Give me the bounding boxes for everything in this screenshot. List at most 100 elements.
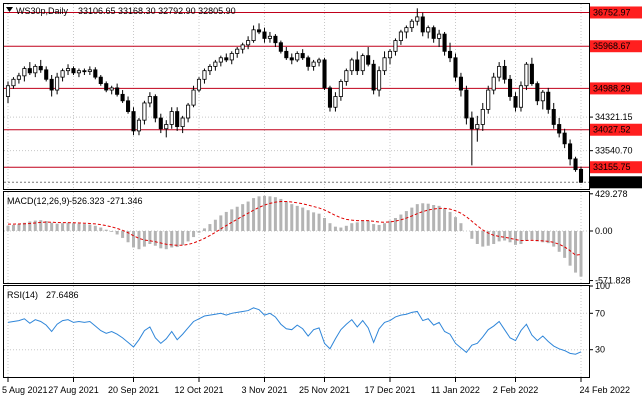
candle-body [169,111,174,125]
candle-body [546,91,551,110]
candle-body [224,57,229,61]
rsi-pane-frame [3,285,590,378]
price-axis-labels: 33540.70 34321.15 36752.97 35968.67 34988.29… [589,6,642,355]
candle-body [540,91,545,102]
candle-body [186,104,191,119]
date-label: 25 Nov 2021 [299,385,350,395]
candle-body [147,96,152,104]
date-axis: 5 Aug 2021 27 Aug 2021 20 Sep 2021 12 Oct 2… [2,378,630,395]
candle-body [44,69,49,80]
candle-body [33,65,38,74]
candle-body [126,100,131,112]
candle-body [480,109,485,125]
candle-body [175,111,180,128]
candle-body [153,96,158,119]
candle-body [327,87,333,108]
candle-body [235,48,240,54]
candle-body [22,68,27,77]
candle-body [251,29,256,41]
candle-body [535,83,540,102]
candle-body [229,53,234,61]
candle-body [409,20,414,29]
level-label: 35968.67 [593,41,631,51]
candle-body [322,59,327,89]
rsi-tick-label: 100 [595,281,610,291]
candle-body [202,70,207,80]
level-label: 34027.52 [593,125,631,135]
candle-body [262,31,267,39]
candle-body [458,76,463,91]
rsi-tick-label: 30 [595,345,605,355]
candle-body [497,65,502,78]
candle-body [115,87,120,95]
candle-body [120,93,125,102]
macd-tick-label: 0.00 [595,226,613,236]
candle-body [349,59,354,72]
macd-label: MACD(12,26,9) [7,196,70,206]
candle-body [502,65,507,80]
candle-body [557,124,562,134]
candle-body [355,59,360,72]
candle-body [16,75,21,80]
candle-body [82,70,87,73]
current-price-label: 32805.90 [593,177,631,187]
price-tick-label: 33540.70 [595,146,633,156]
candle-body [284,50,289,59]
level-label: 34988.29 [593,83,631,93]
candle-body [447,50,453,59]
candle-body [360,55,365,72]
date-label: 17 Dec 2021 [364,385,415,395]
candle-body [71,68,76,74]
date-label: 27 Aug 2021 [48,385,99,395]
candle-body [55,76,60,91]
candle-body [207,65,212,72]
rsi-label: RSI(14) [7,290,38,300]
candle-body [442,33,447,52]
candle-body [398,31,403,41]
date-label: 3 Nov 2021 [241,385,287,395]
candle-body [164,124,169,130]
candle-body [306,57,311,67]
candle-body [562,132,567,145]
candle-body [49,78,54,91]
candle-body [437,33,442,39]
candle-body [344,70,349,82]
candle-body [387,50,393,59]
macd-tick-label: 429.278 [595,189,628,199]
candle-body [415,16,420,22]
chart-header: WS30p,Daily 33106.65 33168.30 32792.90 3… [6,6,236,16]
date-label: 5 Aug 2021 [2,385,48,395]
candle-body [393,40,398,52]
candle-body [300,53,305,59]
date-label: 2 Feb 2022 [493,385,539,395]
candle-body [486,89,491,110]
candle-body [278,42,283,52]
candle-body [11,78,16,87]
candle-body [218,57,223,63]
candle-body [27,68,32,74]
candle-body [573,158,578,171]
price-tick-label: 34321.15 [595,112,633,122]
candle-body [568,143,573,160]
candle-body [382,57,387,72]
candle-body [295,53,300,61]
ohlc-values: 33106.65 33168.30 32792.90 32805.90 [78,6,236,16]
candle-body [469,117,474,130]
candle-body [371,63,376,91]
candle-body [131,111,136,132]
candle-body [404,27,409,33]
candle-body [289,57,294,61]
candle-body [273,35,278,44]
candle-body [431,27,436,39]
candle-body [338,81,343,97]
candle-body [5,85,11,97]
candle-body [158,117,163,130]
date-label: 11 Jan 2022 [431,385,480,395]
candle-body [76,70,81,74]
macd-values: -526.323 -271.346 [69,196,143,206]
candle-body [377,70,382,91]
level-label: 33155.75 [593,162,631,172]
candle-body [420,16,425,33]
candle-body [524,63,529,87]
price-chart[interactable]: 33540.70 34321.15 36752.97 35968.67 34988.29… [0,0,644,402]
